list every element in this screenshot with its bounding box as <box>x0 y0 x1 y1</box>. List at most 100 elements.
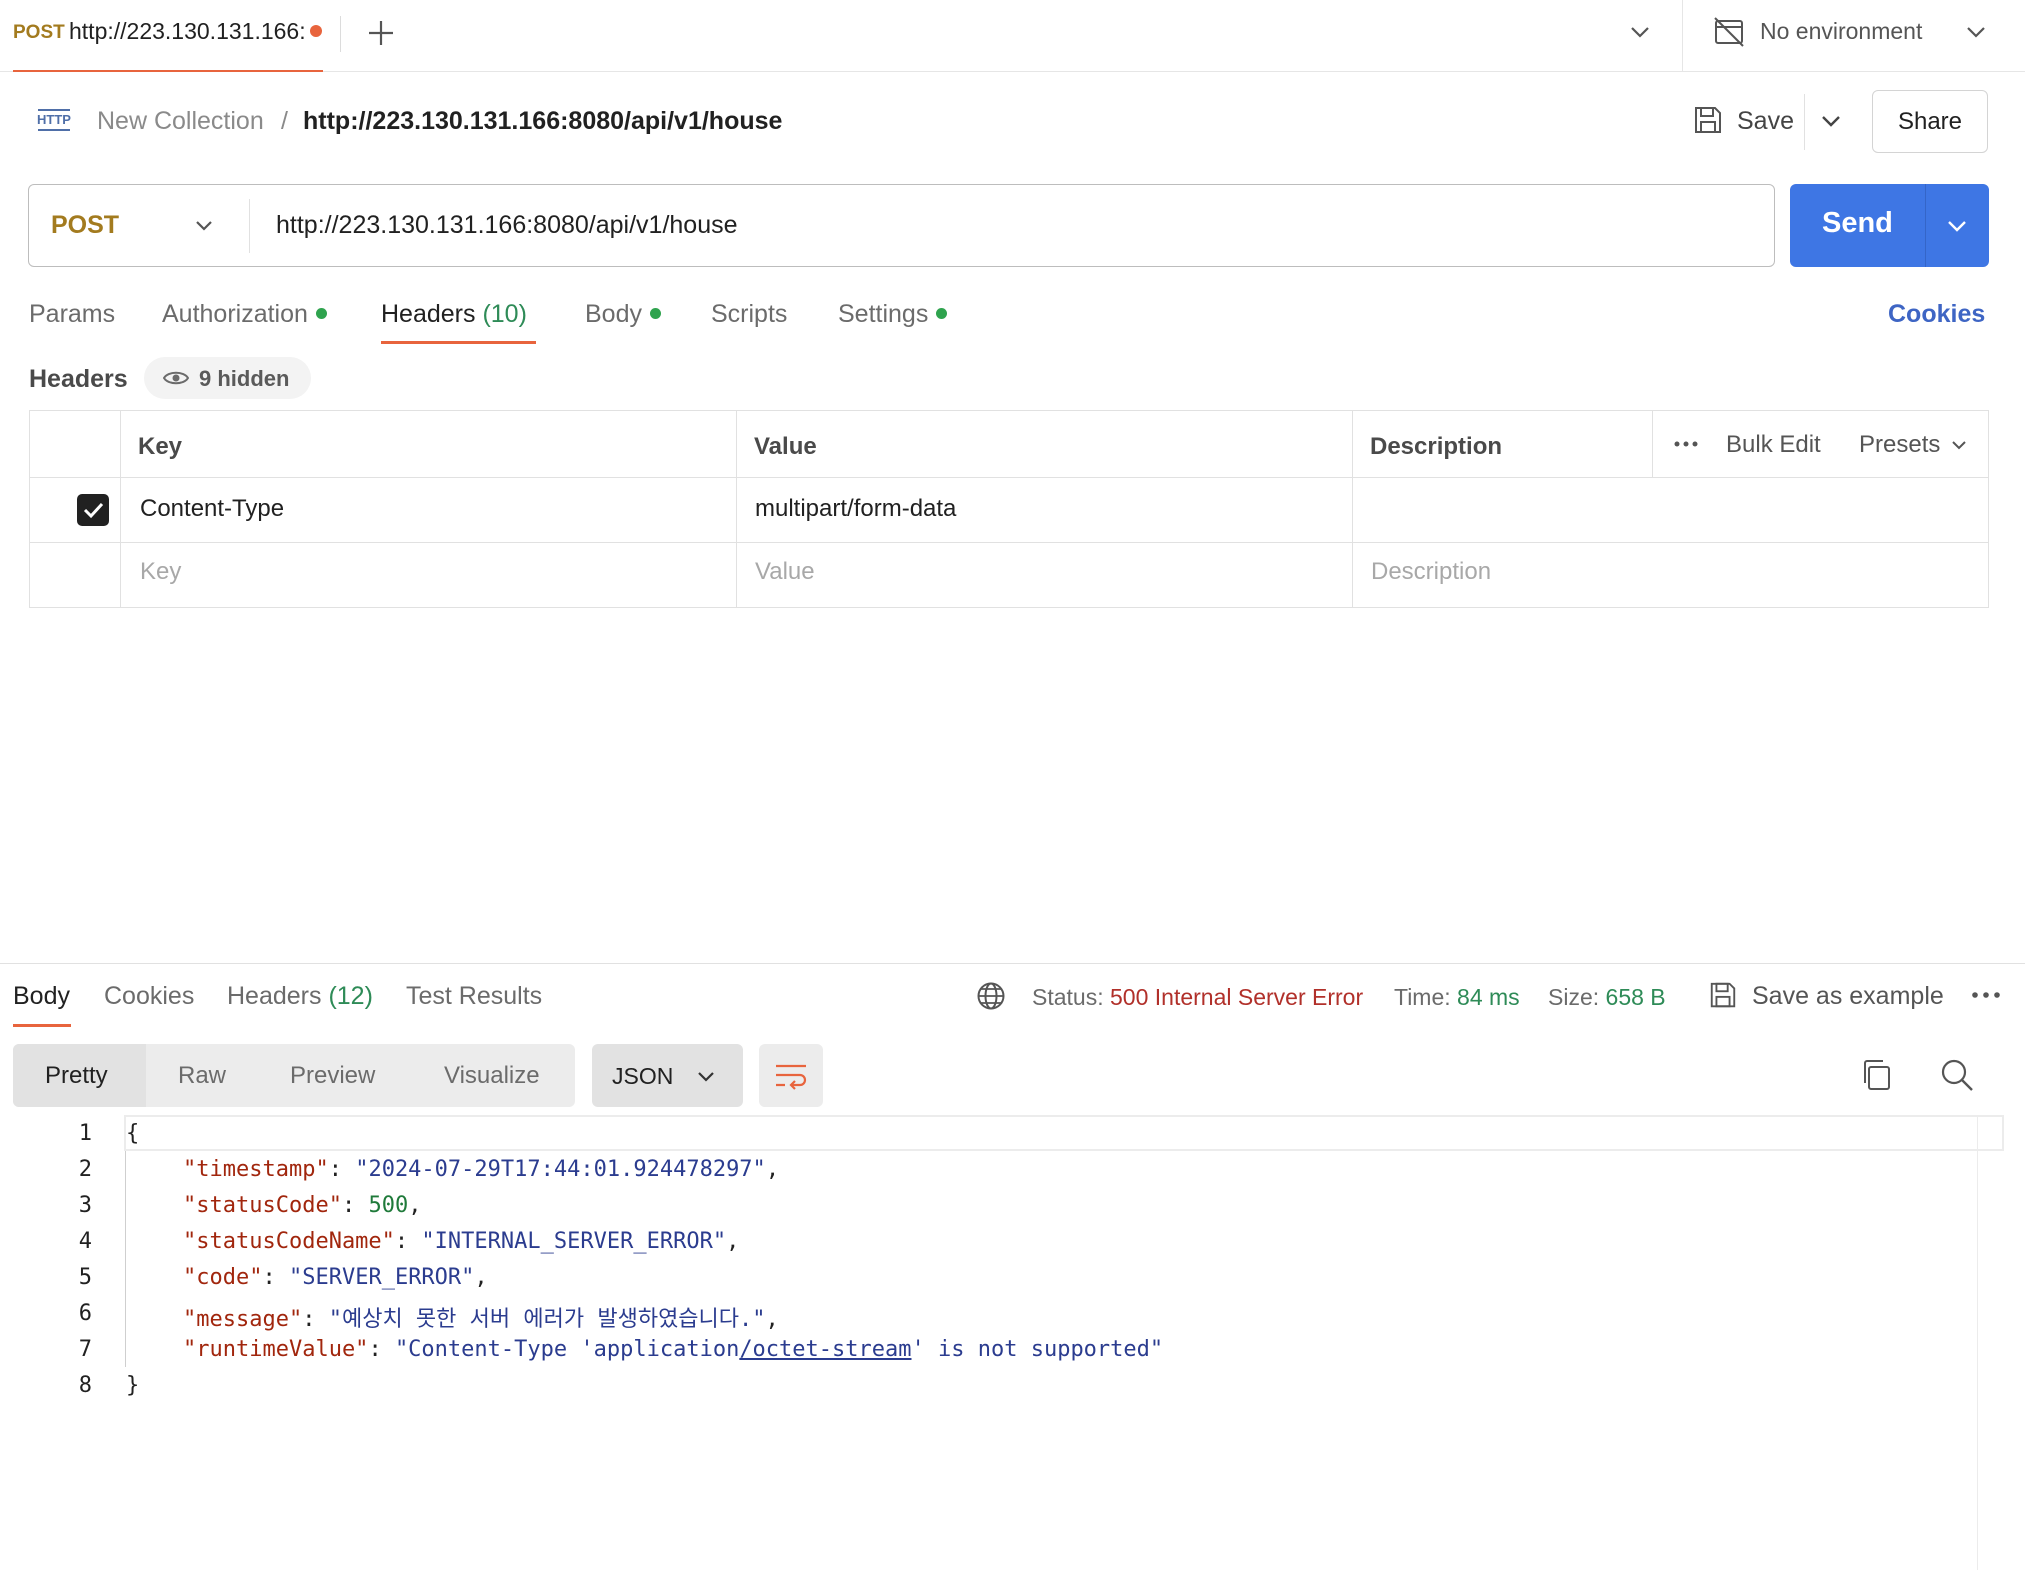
response-size: Size: 658 B <box>1548 984 1666 1011</box>
tab-headers[interactable]: Headers (10) <box>381 300 527 329</box>
tab-authorization-label: Authorization <box>162 300 308 328</box>
http-icon: HTTP <box>36 104 72 138</box>
tab-body[interactable]: Body <box>585 300 661 329</box>
method-chevron-icon[interactable] <box>194 215 214 235</box>
share-button[interactable]: Share <box>1872 90 1988 153</box>
presets-dropdown[interactable]: Presets <box>1859 431 1940 459</box>
json-string: "INTERNAL_SERVER_ERROR" <box>421 1229 727 1254</box>
presets-chevron-icon[interactable] <box>1951 437 1967 453</box>
response-tab-cookies[interactable]: Cookies <box>104 982 194 1011</box>
bulk-edit-button[interactable]: Bulk Edit <box>1726 431 1821 459</box>
request-tab[interactable]: POST http://223.130.131.166: <box>13 0 323 72</box>
tab-params[interactable]: Params <box>29 300 115 329</box>
hidden-headers-toggle[interactable]: 9 hidden <box>144 357 311 399</box>
view-pretty-label[interactable]: Pretty <box>45 1062 108 1090</box>
tab-authorization[interactable]: Authorization <box>162 300 327 329</box>
new-key-input[interactable]: Key <box>140 558 181 586</box>
format-chevron-icon <box>696 1066 716 1086</box>
send-button[interactable]: Send <box>1790 184 1989 267</box>
json-brace: } <box>126 1373 140 1398</box>
tab-scripts[interactable]: Scripts <box>711 300 787 329</box>
json-link[interactable]: /octet-stream <box>739 1337 911 1362</box>
breadcrumb-collection[interactable]: New Collection <box>97 107 264 136</box>
new-tab-plus-icon[interactable] <box>366 18 396 48</box>
indent-guide <box>125 1151 126 1367</box>
col-divider <box>120 411 121 607</box>
header-key-cell[interactable]: Content-Type <box>140 495 284 523</box>
save-icon[interactable] <box>1692 104 1724 136</box>
json-string: "예상치 못한 서버 에러가 발생하였습니다." <box>328 1307 766 1332</box>
tab-body-label: Body <box>585 300 642 328</box>
save-button[interactable]: Save <box>1737 107 1794 136</box>
headers-count: (10) <box>482 300 527 328</box>
more-options-icon[interactable] <box>1673 439 1699 449</box>
response-more-icon[interactable] <box>1971 990 2001 1000</box>
hidden-count: 9 hidden <box>199 366 290 391</box>
code-line: } <box>126 1373 139 1398</box>
environment-selector[interactable]: No environment <box>1760 18 1922 45</box>
json-string: ' is not supported" <box>911 1337 1164 1362</box>
status-dot <box>649 307 661 319</box>
header-enabled-checkbox[interactable] <box>77 494 109 526</box>
size-value: 658 B <box>1605 984 1666 1010</box>
breadcrumb-separator: / <box>281 107 288 135</box>
tab-divider <box>340 16 341 52</box>
view-raw-button[interactable]: Raw <box>178 1062 226 1090</box>
new-value-input[interactable]: Value <box>755 558 815 586</box>
line-number: 5 <box>78 1265 92 1290</box>
code-line: "timestamp": "2024-07-29T17:44:01.924478… <box>183 1157 780 1182</box>
environment-chevron-icon[interactable] <box>1964 20 1988 44</box>
tab-url: http://223.130.131.166: <box>69 18 306 44</box>
json-key: "runtimeValue" <box>183 1337 369 1362</box>
send-options-chevron-icon[interactable] <box>1946 215 1968 237</box>
format-select[interactable]: JSON <box>592 1044 743 1107</box>
status-dot <box>315 307 327 319</box>
col-divider <box>736 411 737 607</box>
time-value: 84 ms <box>1457 984 1520 1010</box>
line-number: 2 <box>78 1157 92 1182</box>
tab-method: POST <box>13 22 65 43</box>
view-preview-button[interactable]: Preview <box>290 1062 375 1090</box>
wrap-lines-button[interactable] <box>759 1044 823 1107</box>
environment-divider <box>1682 0 1683 72</box>
json-number: 500 <box>368 1193 409 1218</box>
col-divider <box>1652 411 1653 477</box>
url-input[interactable]: http://223.130.131.166:8080/api/v1/house <box>276 211 738 240</box>
line-number: 8 <box>78 1373 92 1398</box>
cookies-link[interactable]: Cookies <box>1888 300 1985 329</box>
tabs-dropdown-chevron-icon[interactable] <box>1628 20 1652 44</box>
response-time: Time: 84 ms <box>1394 984 1520 1011</box>
save-example-icon[interactable] <box>1708 980 1738 1010</box>
method-select[interactable]: POST <box>51 211 119 240</box>
send-divider <box>1925 184 1926 267</box>
svg-text:HTTP: HTTP <box>37 112 71 127</box>
format-label: JSON <box>612 1063 674 1089</box>
response-tab-test-results[interactable]: Test Results <box>406 982 542 1011</box>
tab-headers-label: Headers <box>381 300 476 328</box>
tab-settings[interactable]: Settings <box>838 300 948 329</box>
view-visualize-button[interactable]: Visualize <box>444 1062 540 1090</box>
active-line-highlight <box>124 1115 2004 1151</box>
json-string: "SERVER_ERROR" <box>288 1265 475 1290</box>
json-brace: { <box>126 1121 140 1146</box>
line-number: 4 <box>78 1229 92 1254</box>
tab-active-underline <box>13 70 323 72</box>
wrap-lines-icon <box>774 1061 808 1091</box>
new-description-input[interactable]: Description <box>1371 558 1491 586</box>
save-options-chevron-icon[interactable] <box>1820 110 1842 132</box>
search-icon[interactable] <box>1940 1058 1974 1092</box>
line-number: 3 <box>78 1193 92 1218</box>
response-tab-headers[interactable]: Headers (12) <box>227 982 373 1011</box>
send-label: Send <box>1822 207 1893 239</box>
row-divider <box>30 542 1988 543</box>
json-string: "2024-07-29T17:44:01.924478297" <box>355 1157 766 1182</box>
response-tab-body[interactable]: Body <box>13 982 70 1011</box>
response-tab-underline <box>13 1024 71 1027</box>
code-line: "runtimeValue": "Content-Type 'applicati… <box>183 1337 1164 1362</box>
breadcrumb-request-name[interactable]: http://223.130.131.166:8080/api/v1/house <box>303 107 782 136</box>
header-value-cell[interactable]: multipart/form-data <box>755 495 956 523</box>
copy-icon[interactable] <box>1861 1058 1893 1092</box>
time-label: Time: <box>1394 984 1451 1010</box>
save-as-example-button[interactable]: Save as example <box>1752 982 1944 1011</box>
globe-icon[interactable] <box>976 981 1006 1011</box>
